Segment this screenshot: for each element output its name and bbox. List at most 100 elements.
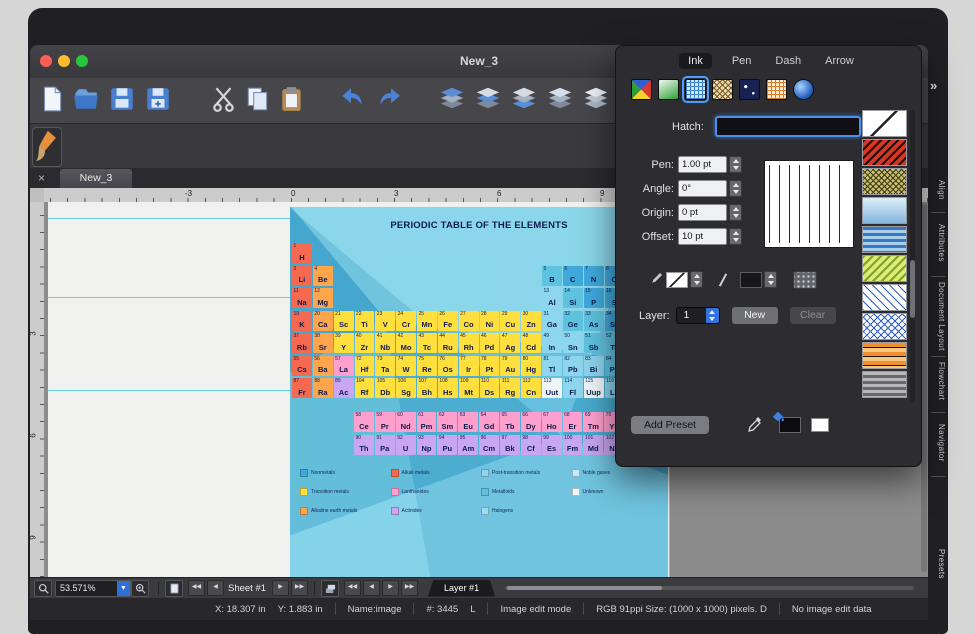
sphere-blue-style-icon[interactable]: [793, 79, 814, 100]
swatch-scrollbar[interactable]: [910, 110, 915, 402]
layer-stack-5-icon[interactable]: [582, 85, 610, 113]
new-layer-button[interactable]: New: [732, 307, 778, 324]
hatch-swatch-red-black-hatch[interactable]: [862, 139, 907, 166]
next-layer-button[interactable]: ▶: [382, 580, 399, 596]
panel-tab-arrow[interactable]: Arrow: [821, 53, 858, 69]
pattern-navy-style-icon[interactable]: [739, 79, 760, 100]
stepper-up[interactable]: [730, 205, 741, 213]
field-stepper[interactable]: [729, 204, 742, 221]
hatch-swatch-orange-stripes[interactable]: [862, 342, 907, 369]
side-tab-navigator[interactable]: Navigator: [931, 412, 946, 474]
last-layer-button[interactable]: ▶▶: [401, 580, 418, 596]
layer-stack-2-icon[interactable]: [474, 85, 502, 113]
side-tab-flowchart[interactable]: Flowchart: [931, 352, 946, 410]
field-value[interactable]: 10 pt: [678, 228, 727, 245]
document-tab[interactable]: New_3: [60, 169, 132, 188]
side-tab-document-layout[interactable]: Document Layout: [931, 278, 946, 354]
layer-stack-4-icon[interactable]: [546, 85, 574, 113]
next-sheet-button[interactable]: ▶: [272, 580, 289, 596]
hatch-swatch-green-diagonal[interactable]: [862, 255, 907, 282]
stepper-up[interactable]: [730, 181, 741, 189]
panel-tab-dash[interactable]: Dash: [771, 53, 805, 69]
stepper-down[interactable]: [691, 280, 702, 288]
zoom-tool-icon[interactable]: [34, 580, 52, 597]
field-value[interactable]: 1.00 pt: [678, 156, 727, 173]
layer-tab[interactable]: Layer #1: [428, 580, 495, 597]
hatch-swatch-olive-crosshatch[interactable]: [862, 168, 907, 195]
zoom-dropdown-icon[interactable]: ▼: [117, 581, 130, 596]
layer-popup-arrows-icon[interactable]: [706, 308, 719, 323]
stepper-down[interactable]: [730, 237, 741, 245]
prev-layer-button[interactable]: ◀: [363, 580, 380, 596]
popup-down[interactable]: [706, 316, 719, 324]
open-document-icon[interactable]: [72, 85, 100, 113]
hatch-lines-style-icon[interactable]: [685, 79, 706, 100]
swatch-scrollbar-thumb[interactable]: [910, 260, 915, 318]
add-preset-button[interactable]: Add Preset: [631, 416, 709, 434]
undo-icon[interactable]: [338, 85, 366, 113]
stepper-up[interactable]: [730, 229, 741, 237]
field-value[interactable]: 0°: [678, 180, 727, 197]
pattern-grid-button[interactable]: [793, 271, 817, 289]
stepper-up[interactable]: [730, 157, 741, 165]
toolbar-overflow-chevron[interactable]: »: [930, 78, 937, 93]
sheet-name[interactable]: Sheet #1: [228, 583, 266, 594]
layer-stack-3-icon[interactable]: [510, 85, 538, 113]
crosshatch-tan-style-icon[interactable]: [712, 79, 733, 100]
fill-ink-swatch[interactable]: [666, 272, 688, 288]
side-tab-align[interactable]: Align: [931, 170, 946, 210]
pen-color-well[interactable]: [779, 417, 801, 433]
periodic-table-image[interactable]: PERIODIC TABLE OF THE ELEMENTS 1H2He3Li4…: [290, 207, 668, 577]
field-value[interactable]: 0 pt: [678, 204, 727, 221]
new-document-icon[interactable]: [38, 85, 66, 113]
prev-sheet-button[interactable]: ◀: [207, 580, 224, 596]
layer-stack-1-icon[interactable]: [438, 85, 466, 113]
redo-icon[interactable]: [376, 85, 404, 113]
save-icon[interactable]: [108, 85, 136, 113]
stepper-down[interactable]: [730, 213, 741, 221]
clear-layer-button[interactable]: Clear: [790, 307, 836, 324]
gradient-wheel-style-icon[interactable]: [631, 79, 652, 100]
panel-tab-ink[interactable]: Ink: [679, 53, 712, 69]
tab-close-icon[interactable]: ×: [38, 170, 45, 186]
hatch-swatch-gray-bars[interactable]: [862, 371, 907, 398]
field-stepper[interactable]: [729, 180, 742, 197]
hatch-swatch-single-diagonal[interactable]: [862, 110, 907, 137]
stepper-down[interactable]: [730, 165, 741, 173]
field-stepper[interactable]: [729, 156, 742, 173]
panel-tab-pen[interactable]: Pen: [728, 53, 756, 69]
side-tab-presets[interactable]: Presets: [931, 538, 946, 590]
field-stepper[interactable]: [729, 228, 742, 245]
paintbrush-tool-button[interactable]: [32, 127, 62, 167]
pen-ink-swatch[interactable]: [740, 272, 762, 288]
stepper-down[interactable]: [765, 280, 776, 288]
hatch-swatch-blue-stripes[interactable]: [862, 226, 907, 253]
gradient-green-style-icon[interactable]: [658, 79, 679, 100]
stepper-up[interactable]: [691, 272, 702, 280]
first-sheet-button[interactable]: ◀◀: [188, 580, 205, 596]
first-layer-button[interactable]: ◀◀: [344, 580, 361, 596]
stepper-down[interactable]: [730, 189, 741, 197]
paste-icon[interactable]: [278, 85, 306, 113]
stepper-up[interactable]: [765, 272, 776, 280]
popup-up[interactable]: [706, 308, 719, 316]
eyedropper-icon[interactable]: [747, 417, 763, 433]
horizontal-scrollbar-thumb[interactable]: [507, 586, 662, 590]
fill-color-well[interactable]: [811, 418, 829, 432]
last-sheet-button[interactable]: ▶▶: [291, 580, 308, 596]
hatch-name-input[interactable]: [715, 116, 861, 137]
hatch-swatch-blue-gradient[interactable]: [862, 197, 907, 224]
hatch-swatch-blue-crosshatch[interactable]: [862, 313, 907, 340]
save-as-icon[interactable]: [144, 85, 172, 113]
grid-orange-style-icon[interactable]: [766, 79, 787, 100]
copy-icon[interactable]: [244, 85, 272, 113]
zoom-in-icon[interactable]: [131, 580, 149, 597]
zoom-level-field[interactable]: 53.571% ▼: [55, 580, 131, 597]
layer-popup[interactable]: 1: [676, 307, 720, 324]
cut-icon[interactable]: [210, 85, 238, 113]
pen-ink-stepper[interactable]: [764, 271, 777, 288]
side-tab-attributes[interactable]: Attributes: [931, 212, 946, 274]
fill-ink-stepper[interactable]: [690, 271, 703, 288]
hatch-swatch-blue-diagonal-lines[interactable]: [862, 284, 907, 311]
horizontal-scrollbar[interactable]: [505, 586, 914, 590]
